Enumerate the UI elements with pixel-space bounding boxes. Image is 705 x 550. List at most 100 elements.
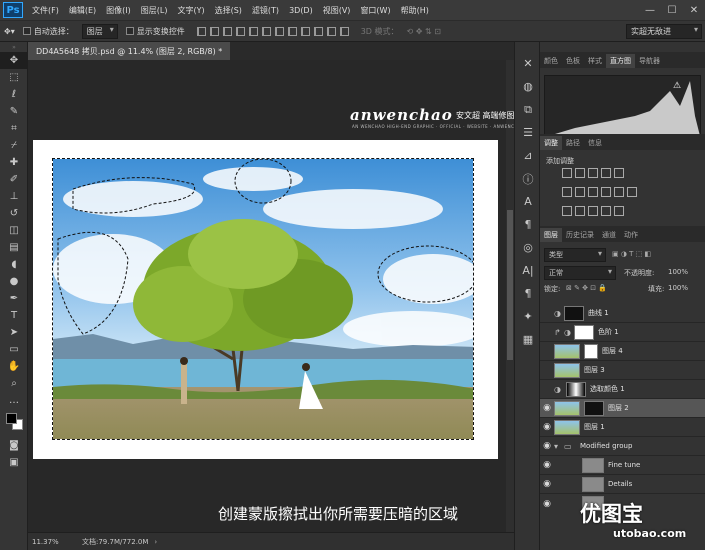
- channel-mixer-icon[interactable]: [614, 187, 624, 197]
- toolbar-grip[interactable]: »: [0, 42, 28, 52]
- layer-name[interactable]: 选取颜色 1: [590, 384, 625, 394]
- more-tools-icon[interactable]: …: [0, 392, 28, 409]
- maximize-button[interactable]: ☐: [661, 0, 683, 20]
- menu-view[interactable]: 视图(V): [323, 5, 351, 16]
- workspace-dropdown[interactable]: 实超无敌进: [626, 24, 702, 39]
- clone-source-icon[interactable]: ⧉: [515, 98, 541, 121]
- layer-mask-thumbnail[interactable]: [584, 343, 598, 359]
- close-button[interactable]: ✕: [683, 0, 705, 20]
- layer-mask-thumbnail[interactable]: [574, 324, 594, 340]
- type-tool-icon[interactable]: T: [0, 307, 28, 324]
- layer-row[interactable]: ◑ 选取颜色 1: [540, 380, 705, 399]
- character-icon[interactable]: A: [515, 190, 541, 213]
- eyedropper-tool-icon[interactable]: ⌿: [0, 137, 28, 154]
- path-select-tool-icon[interactable]: ➤: [0, 324, 28, 341]
- distribute-right-icon[interactable]: [339, 26, 349, 36]
- shape-tool-icon[interactable]: ▭: [0, 341, 28, 358]
- invert-icon[interactable]: [562, 206, 572, 216]
- zoom-tool-icon[interactable]: ⌕: [0, 375, 28, 392]
- color-lookup-icon[interactable]: [627, 187, 637, 197]
- layer-thumbnail[interactable]: [554, 362, 580, 378]
- chevron-down-icon[interactable]: ▾: [554, 442, 564, 451]
- layer-row[interactable]: ◉ Fine tune: [540, 456, 705, 475]
- info-icon[interactable]: ⓘ: [515, 167, 541, 190]
- tab-channels[interactable]: 通道: [598, 228, 620, 242]
- vibrance-icon[interactable]: [614, 168, 624, 178]
- opacity-value[interactable]: 100%: [668, 268, 688, 276]
- layer-thumbnail[interactable]: [582, 476, 604, 492]
- layer-row[interactable]: 图层 4: [540, 342, 705, 361]
- show-transform-option[interactable]: 显示变换控件: [125, 26, 185, 37]
- move-tool-icon[interactable]: ✥▾: [4, 27, 15, 36]
- document-tab[interactable]: DD4A5648 拷贝.psd @ 11.4% (图层 2, RGB/8) *: [28, 42, 231, 60]
- menu-edit[interactable]: 编辑(E): [69, 5, 96, 16]
- align-left-icon[interactable]: [235, 26, 245, 36]
- curves-icon[interactable]: [588, 168, 598, 178]
- brush-preset-icon[interactable]: ◍: [515, 75, 541, 98]
- levels-icon[interactable]: [575, 168, 585, 178]
- auto-select-checkbox[interactable]: [22, 27, 31, 35]
- swatches-icon[interactable]: ▦: [515, 328, 541, 351]
- tab-styles[interactable]: 样式: [584, 54, 606, 68]
- crop-tool-icon[interactable]: ⌗: [0, 120, 28, 137]
- distribute-left-icon[interactable]: [313, 26, 323, 36]
- stamp-tool-icon[interactable]: ⊥: [0, 188, 28, 205]
- layer-name[interactable]: Modified group: [580, 442, 632, 450]
- layer-row[interactable]: ↱ ◑ 色阶 1: [540, 323, 705, 342]
- healing-tool-icon[interactable]: ✚: [0, 154, 28, 171]
- align-middle-icon[interactable]: [209, 26, 219, 36]
- scrollbar-thumb[interactable]: [507, 210, 513, 360]
- history-brush-tool-icon[interactable]: ↺: [0, 205, 28, 222]
- layer-mask-thumbnail[interactable]: [564, 305, 584, 321]
- black-white-icon[interactable]: [588, 187, 598, 197]
- color-swatches[interactable]: [0, 409, 28, 437]
- selective-color-icon[interactable]: [614, 206, 624, 216]
- blur-tool-icon[interactable]: ◖: [0, 256, 28, 273]
- layer-mask-thumbnail[interactable]: [566, 381, 586, 397]
- quick-mask-icon[interactable]: ◙: [0, 437, 28, 454]
- layer-row-selected[interactable]: ◉ 图层 2: [540, 399, 705, 418]
- distribute-center-icon[interactable]: [326, 26, 336, 36]
- layer-row[interactable]: ◉ 图层 1: [540, 418, 705, 437]
- auto-select-dropdown[interactable]: 图层: [81, 23, 118, 39]
- minimize-button[interactable]: —: [639, 0, 661, 20]
- marquee-tool-icon[interactable]: ⬚: [0, 69, 28, 86]
- tab-layers[interactable]: 图层: [540, 228, 562, 242]
- layer-name[interactable]: 图层 1: [584, 422, 605, 432]
- align-center-icon[interactable]: [248, 26, 258, 36]
- gradient-map-icon[interactable]: [601, 206, 611, 216]
- glyphs-icon[interactable]: A|: [515, 259, 541, 282]
- layer-name[interactable]: 图层 2: [608, 403, 629, 413]
- exposure-icon[interactable]: [601, 168, 611, 178]
- layer-name[interactable]: 曲线 1: [588, 308, 609, 318]
- hue-saturation-icon[interactable]: [562, 187, 572, 197]
- layer-thumbnail[interactable]: [554, 343, 580, 359]
- posterize-icon[interactable]: [575, 206, 585, 216]
- blend-mode-dropdown[interactable]: 正常: [544, 266, 616, 280]
- canvas-scrollbar[interactable]: [506, 60, 514, 532]
- eraser-tool-icon[interactable]: ◫: [0, 222, 28, 239]
- pen-tool-icon[interactable]: ✒: [0, 290, 28, 307]
- zoom-level[interactable]: 11.37%: [32, 538, 82, 546]
- move-tool-icon[interactable]: ✥: [0, 52, 28, 69]
- layer-name[interactable]: 图层 3: [584, 365, 605, 375]
- tab-swatches[interactable]: 色板: [562, 54, 584, 68]
- lock-icons[interactable]: ⊠ ✎ ✥ ⊡ 🔒: [566, 284, 607, 292]
- menu-file[interactable]: 文件(F): [32, 5, 59, 16]
- photo-filter-icon[interactable]: [601, 187, 611, 197]
- layer-comps-icon[interactable]: ◎: [515, 236, 541, 259]
- eye-icon[interactable]: ◉: [540, 403, 554, 413]
- distribute-top-icon[interactable]: [274, 26, 284, 36]
- tab-adjustments[interactable]: 调整: [540, 136, 562, 150]
- fill-value[interactable]: 100%: [668, 284, 688, 292]
- timeline-icon[interactable]: ✦: [515, 305, 541, 328]
- screen-mode-icon[interactable]: ▣: [0, 454, 28, 471]
- align-bottom-icon[interactable]: [222, 26, 232, 36]
- lasso-tool-icon[interactable]: ℓ: [0, 86, 28, 103]
- layer-thumbnail[interactable]: [582, 457, 604, 473]
- layer-row[interactable]: ◑ 曲线 1: [540, 304, 705, 323]
- distribute-bottom-icon[interactable]: [300, 26, 310, 36]
- auto-select-option[interactable]: 自动选择：: [22, 26, 74, 37]
- eye-icon[interactable]: ◉: [540, 499, 554, 509]
- align-top-icon[interactable]: [196, 26, 206, 36]
